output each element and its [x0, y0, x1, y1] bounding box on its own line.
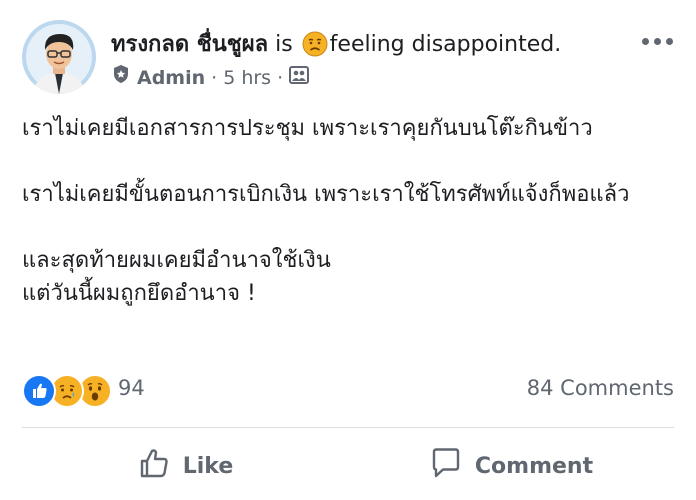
meta-separator: · [277, 66, 284, 89]
admin-badge-icon [111, 64, 131, 91]
group-members-icon[interactable] [289, 65, 310, 91]
comment-button[interactable]: Comment [348, 438, 674, 494]
action-bar: Like Comment [22, 438, 674, 494]
disappointed-face-icon [302, 31, 328, 66]
author-name[interactable]: ทรงกลด ชื่นชูผล [111, 32, 268, 57]
reactions-summary: 94 84 Comments [22, 372, 674, 408]
post-meta: Admin · 5 hrs · [111, 64, 310, 91]
comments-count[interactable]: 84 Comments [527, 376, 674, 400]
feeling-text[interactable]: feeling disappointed. [330, 32, 562, 57]
author-role: Admin [137, 66, 206, 89]
post-paragraph: เราไม่เคยมีขั้นตอนการเบิกเงิน เพราะเราใช… [22, 182, 630, 207]
post-paragraph: และสุดท้ายผมเคยมีอำนาจใช้เงิน แต่วันนี้ผ… [22, 248, 331, 306]
more-options-icon[interactable] [642, 38, 673, 45]
facebook-post: ทรงกลด ชื่นชูผล is feeling disappointed.… [0, 0, 696, 500]
feeling-connector: is [275, 32, 293, 57]
comment-label: Comment [474, 453, 594, 479]
meta-separator: · [211, 66, 218, 89]
post-body: เราไม่เคยมีเอกสารการประชุม เพราะเราคุยกั… [22, 112, 672, 310]
post-header-line: ทรงกลด ชื่นชูผล is feeling disappointed. [111, 30, 561, 66]
reaction-icons[interactable] [22, 374, 112, 408]
like-button[interactable]: Like [22, 438, 348, 494]
like-label: Like [182, 453, 234, 479]
divider [22, 427, 674, 428]
post-timestamp[interactable]: 5 hrs [223, 65, 271, 91]
like-reaction-icon [22, 374, 56, 408]
reaction-count[interactable]: 94 [118, 376, 145, 400]
author-avatar[interactable] [22, 20, 96, 94]
comment-bubble-icon [429, 446, 475, 486]
thumbs-up-icon [137, 446, 183, 486]
post-paragraph: เราไม่เคยมีเอกสารการประชุม เพราะเราคุยกั… [22, 116, 593, 141]
